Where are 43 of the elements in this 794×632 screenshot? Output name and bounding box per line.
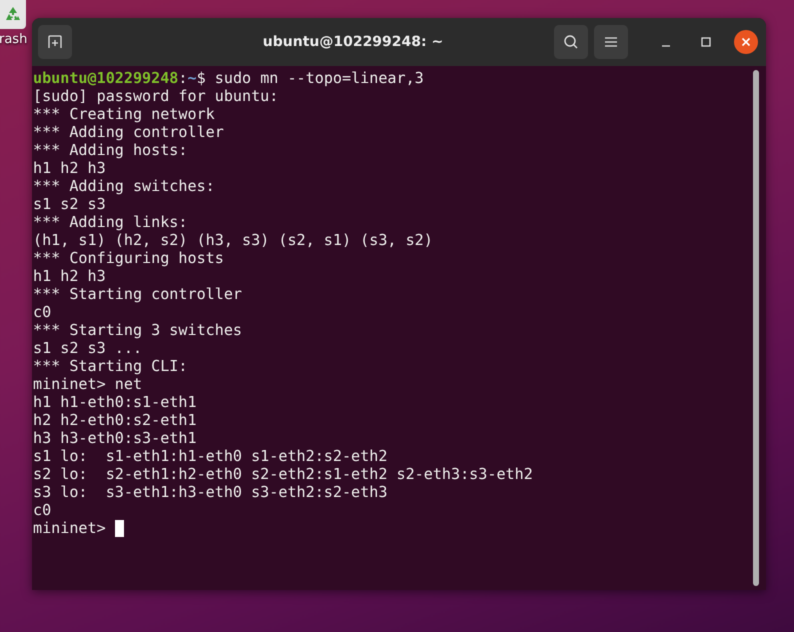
menu-icon	[604, 36, 618, 48]
output-line: *** Starting CLI:	[33, 357, 188, 375]
output-line: s1 lo: s1-eth1:h1-eth0 s1-eth2:s2-eth2	[33, 447, 388, 465]
prompt-path: ~	[188, 69, 197, 87]
prompt-separator: :	[178, 69, 188, 87]
output-line: s3 lo: s3-eth1:h3-eth0 s3-eth2:s2-eth3	[33, 483, 388, 501]
recycle-icon[interactable]	[0, 0, 26, 29]
output-line: c0	[33, 501, 52, 519]
output-line: *** Starting controller	[33, 285, 242, 303]
output-line: mininet>	[33, 519, 106, 537]
menu-button[interactable]	[594, 25, 628, 59]
window-title: ubuntu@102299248: ~	[262, 34, 444, 50]
output-line: s1 s2 s3 ...	[33, 339, 142, 357]
output-line: h3 h3-eth0:s3-eth1	[33, 429, 197, 447]
output-line: s2 lo: s2-eth1:h2-eth0 s2-eth2:s1-eth2 s2-eth3:s3-eth2	[33, 465, 533, 483]
command-text: $ sudo mn --topo=linear,3	[196, 69, 424, 87]
output-line: *** Adding controller	[33, 123, 224, 141]
output-line: [sudo] password for ubuntu:	[33, 87, 278, 105]
output-line: h1 h2 h3	[33, 159, 106, 177]
search-button[interactable]	[554, 25, 588, 59]
scrollbar[interactable]	[753, 70, 759, 586]
new-tab-button[interactable]	[38, 25, 72, 59]
output-line: h2 h2-eth0:s2-eth1	[33, 411, 197, 429]
maximize-icon	[701, 37, 711, 47]
new-tab-icon	[47, 34, 63, 50]
output-line: h1 h1-eth0:s1-eth1	[33, 393, 197, 411]
output-line: c0	[33, 303, 52, 321]
close-button[interactable]	[734, 30, 758, 54]
output-line: mininet> net	[33, 375, 142, 393]
output-line: *** Adding hosts:	[33, 141, 188, 159]
output-line: (h1, s1) (h2, s2) (h3, s3) (s2, s1) (s3, s2)	[33, 231, 433, 249]
output-line: *** Adding switches:	[33, 177, 215, 195]
output-line: h1 h2 h3	[33, 267, 106, 285]
output-line: *** Starting 3 switches	[33, 321, 242, 339]
output-line: s1 s2 s3	[33, 195, 106, 213]
prompt-user-host: ubuntu@102299248	[33, 69, 178, 87]
output-line: *** Adding links:	[33, 213, 188, 231]
close-icon	[741, 37, 751, 47]
minimize-icon	[661, 45, 671, 47]
output-line: *** Creating network	[33, 105, 215, 123]
desktop-icon-label[interactable]: rash	[0, 32, 28, 47]
output-line: *** Configuring hosts	[33, 249, 224, 267]
search-icon	[563, 34, 579, 50]
